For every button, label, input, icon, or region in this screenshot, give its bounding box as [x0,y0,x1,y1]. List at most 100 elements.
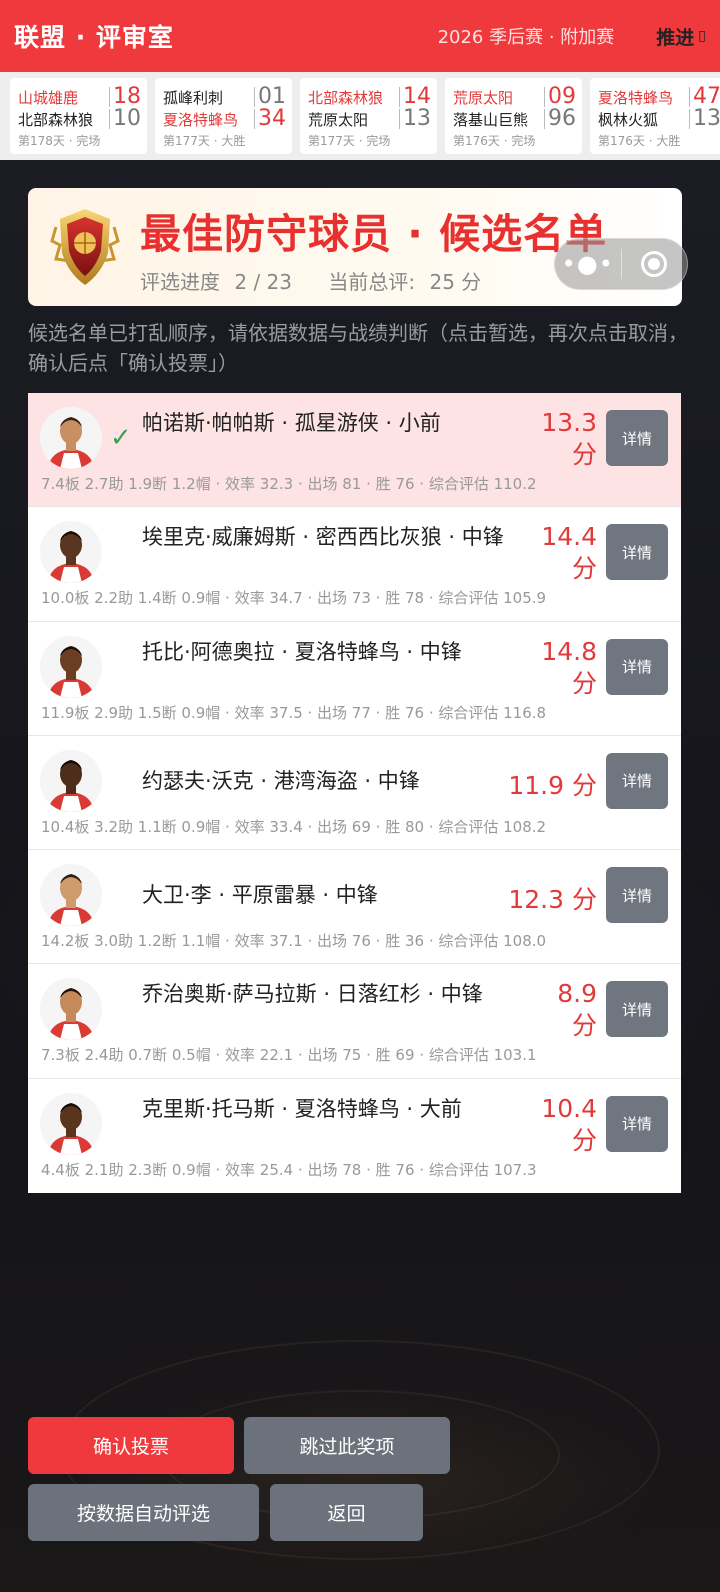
ticker-team-row: 荒原太阳 09 [453,86,576,108]
candidate-stats: 14.2板 3.0助 1.2断 1.1帽 · 效率 37.1 · 出场 76 ·… [41,932,547,951]
candidate-row[interactable]: ✓ 帕诺斯·帕帕斯 · 孤星游侠 · 小前 13.3 分 详情 7.4板 2.7… [28,393,681,508]
avatar [40,407,102,469]
season-label: 2026 季后赛 · 附加赛 [437,27,615,48]
ticker-game[interactable]: 荒原太阳 09 落基山巨熊 96 第176天 · 完场 [445,78,582,154]
ticker-score-1: 14 [399,86,431,108]
avatar [40,749,102,812]
ticker-game[interactable]: 北部森林狼 14 荒原太阳 13 第177天 · 完场 [300,78,437,154]
ticker-team-1: 夏洛特蜂鸟 [598,88,674,107]
ticker-team-1: 荒原太阳 [453,88,514,107]
ticker-team-row: 落基山巨熊 96 [453,108,576,130]
ticker-team-1: 山城雄鹿 [18,88,79,107]
ticker-team-2: 荒原太阳 [308,110,369,129]
ticker-score-2: 34 [254,108,286,130]
ticker-game[interactable]: 山城雄鹿 18 北部森林狼 10 第178天 · 完场 [10,78,147,154]
confirm-vote-button[interactable]: 确认投票 [28,1417,234,1474]
advance-label: 推进 [656,26,695,49]
ticker-team-row: 孤峰利刺 01 [163,86,286,108]
candidate-points: 13.3 分 [541,408,597,469]
ticker-game[interactable]: 孤峰利刺 01 夏洛特蜂鸟 34 第177天 · 大胜 [155,78,292,154]
ticker-team-2: 夏洛特蜂鸟 [163,110,239,129]
candidate-name: 埃里克·威廉姆斯 · 密西西比灰狼 · 中锋 [142,525,504,550]
candidate-points: 8.9 分 [557,979,597,1041]
ticker-team-row: 北部森林狼 14 [308,86,431,108]
skip-award-button[interactable]: 跳过此奖项 [244,1417,450,1474]
detail-button[interactable]: 详情 [606,752,668,809]
ticker-meta: 第176天 · 完场 [453,134,536,148]
candidate-stats: 11.9板 2.9助 1.5断 0.9帽 · 效率 37.5 · 出场 77 ·… [41,703,547,722]
back-button[interactable]: 返回 [270,1484,423,1541]
avatar [40,978,102,1041]
ticker-score-1: 09 [544,86,576,108]
ticker-score-2: 10 [109,108,141,130]
ticker-team-2: 落基山巨熊 [453,110,529,129]
ticker-score-1: 01 [254,86,286,108]
avatar [40,635,102,698]
candidate-stats: 4.4板 2.1助 2.3断 0.9帽 · 效率 25.4 · 出场 78 · … [41,1160,537,1179]
ticker-meta: 第177天 · 完场 [308,134,391,148]
candidate-name: 约瑟夫·沃克 · 港湾海盗 · 中锋 [142,768,420,793]
app-title: 联盟 · 评审室 [14,23,174,52]
candidate-points: 12.3 分 [508,885,597,915]
candidate-name: 乔治奥斯·萨马拉斯 · 日落红杉 · 中锋 [142,982,483,1007]
score-ticker[interactable]: 山城雄鹿 18 北部森林狼 10 第178天 · 完场 孤峰利刺 01 夏洛特蜂… [0,72,720,160]
candidate-stats: 7.4板 2.7助 1.9断 1.2帽 · 效率 32.3 · 出场 81 · … [41,475,537,493]
ticker-team-1: 孤峰利刺 [163,88,224,107]
advance-button[interactable]: 推进 ▯ [656,23,706,50]
ticker-meta: 第177天 · 大胜 [163,134,246,148]
detail-button[interactable]: 详情 [606,867,668,924]
candidate-list: ✓ 帕诺斯·帕帕斯 · 孤星游侠 · 小前 13.3 分 详情 7.4板 2.7… [28,393,681,1194]
ticker-score-1: 18 [109,86,141,108]
ticker-meta: 第176天 · 大胜 [598,134,681,148]
ticker-team-row: 夏洛特蜂鸟 47 [598,86,720,108]
candidate-points: 14.8 分 [541,636,597,698]
progress-value: 2 / 23 [234,269,292,294]
candidate-stats: 7.3板 2.4助 0.7断 0.5帽 · 效率 22.1 · 出场 75 · … [41,1046,537,1065]
candidate-name: 克里斯·托马斯 · 夏洛特蜂鸟 · 大前 [142,1096,462,1121]
progress-label: 评选进度 [140,269,220,294]
ticker-team-row: 山城雄鹿 18 [18,86,141,108]
trophy-shield-icon [50,205,120,289]
candidate-row[interactable]: 托比·阿德奥拉 · 夏洛特蜂鸟 · 中锋 14.8 分 详情 11.9板 2.9… [28,621,681,736]
ticker-team-row: 枫林火狐 13 [598,108,720,130]
detail-button[interactable]: 详情 [606,638,668,695]
candidate-row[interactable]: 约瑟夫·沃克 · 港湾海盗 · 中锋 11.9 分 详情 10.4板 3.2助 … [28,735,681,851]
ticker-team-row: 北部森林狼 10 [18,108,141,130]
ticker-game[interactable]: 夏洛特蜂鸟 47 枫林火狐 13 第176天 · 大胜 [590,78,720,154]
instructions-text: 候选名单已打乱顺序，请依据数据与战绩判断（点击暂选，再次点击取消，确认后点「确认… [28,321,688,375]
check-icon: ✓ [110,423,132,453]
detail-button[interactable]: 详情 [606,410,668,466]
ticker-score-2: 96 [544,108,576,130]
ticker-team-2: 北部森林狼 [18,110,94,129]
candidate-points: 10.4 分 [541,1093,597,1155]
ticker-team-row: 荒原太阳 13 [308,108,431,130]
candidate-name: 帕诺斯·帕帕斯 · 孤星游侠 · 小前 [142,411,441,435]
more-dots-icon[interactable]: •●• [555,250,621,278]
ticker-team-2: 枫林火狐 [598,110,659,129]
ticker-team-1: 北部森林狼 [308,88,384,107]
candidate-name: 托比·阿德奥拉 · 夏洛特蜂鸟 · 中锋 [142,639,462,664]
award-progress: 评选进度 2 / 23 当前总评: 25 分 [140,266,607,295]
candidate-row[interactable]: 埃里克·威廉姆斯 · 密西西比灰狼 · 中锋 14.4 分 详情 10.0板 2… [28,507,681,622]
ticker-team-row: 夏洛特蜂鸟 34 [163,108,286,130]
avatar [40,521,102,584]
candidate-row[interactable]: 大卫·李 · 平原雷暴 · 中锋 12.3 分 详情 14.2板 3.0助 1.… [28,850,681,965]
avatar [40,864,102,927]
ticker-score-1: 47 [689,86,720,108]
target-icon[interactable] [622,251,688,277]
auto-select-button[interactable]: 按数据自动评选 [28,1484,259,1541]
candidate-row[interactable]: 乔治奥斯·萨马拉斯 · 日落红杉 · 中锋 8.9 分 详情 7.3板 2.4助… [28,964,681,1079]
chevron-right-icon: ▯ [698,28,706,44]
detail-button[interactable]: 详情 [606,524,668,581]
candidate-row[interactable]: 克里斯·托马斯 · 夏洛特蜂鸟 · 大前 10.4 分 详情 4.4板 2.1助… [28,1078,681,1194]
ticker-meta: 第178天 · 完场 [18,134,101,148]
candidate-stats: 10.0板 2.2助 1.4断 0.9帽 · 效率 34.7 · 出场 73 ·… [41,589,547,608]
award-title: 最佳防守球员 · 候选名单 [140,209,608,258]
total-label: 当前总评: [328,269,416,294]
candidate-points: 14.4 分 [541,522,597,584]
detail-button[interactable]: 详情 [606,981,668,1038]
ticker-score-2: 13 [689,108,720,130]
candidate-name: 大卫·李 · 平原雷暴 · 中锋 [142,883,378,908]
top-bar: 联盟 · 评审室 2026 季后赛 · 附加赛 推进 ▯ [0,0,720,72]
detail-button[interactable]: 详情 [606,1095,668,1152]
